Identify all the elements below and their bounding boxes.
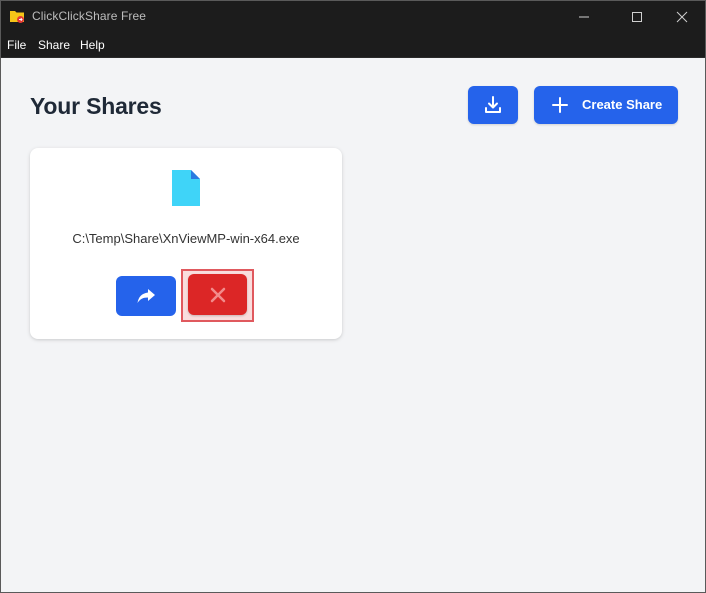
main-content: Your Shares Create Share C:\Temp\Share\X… [1,58,705,592]
title-bar: ClickClickShare Free [1,1,705,32]
share-button[interactable] [116,276,176,316]
page-title: Your Shares [30,93,162,119]
share-arrow-icon [137,289,155,303]
maximize-button[interactable] [615,1,659,32]
app-window: ClickClickShare Free File Share Help You… [0,0,706,593]
close-button[interactable] [660,1,704,32]
download-icon [485,96,501,113]
minimize-button[interactable] [562,1,606,32]
share-card: C:\Temp\Share\XnViewMP-win-x64.exe [30,148,342,339]
close-icon [676,11,688,22]
menu-bar: File Share Help [1,32,705,58]
share-file-path: C:\Temp\Share\XnViewMP-win-x64.exe [72,231,300,246]
file-icon [172,170,200,206]
menu-share[interactable]: Share [38,38,70,52]
delete-share-button[interactable] [188,274,247,315]
menu-help[interactable]: Help [80,38,105,52]
plus-icon [552,97,568,113]
create-share-label: Create Share [582,97,663,112]
app-logo-icon [10,11,24,23]
download-button[interactable] [468,86,518,124]
maximize-icon [632,11,642,22]
window-title: ClickClickShare Free [32,9,147,23]
delete-x-icon [210,287,225,302]
menu-file[interactable]: File [7,38,26,52]
create-share-button[interactable]: Create Share [534,86,678,124]
minimize-icon [579,16,589,17]
